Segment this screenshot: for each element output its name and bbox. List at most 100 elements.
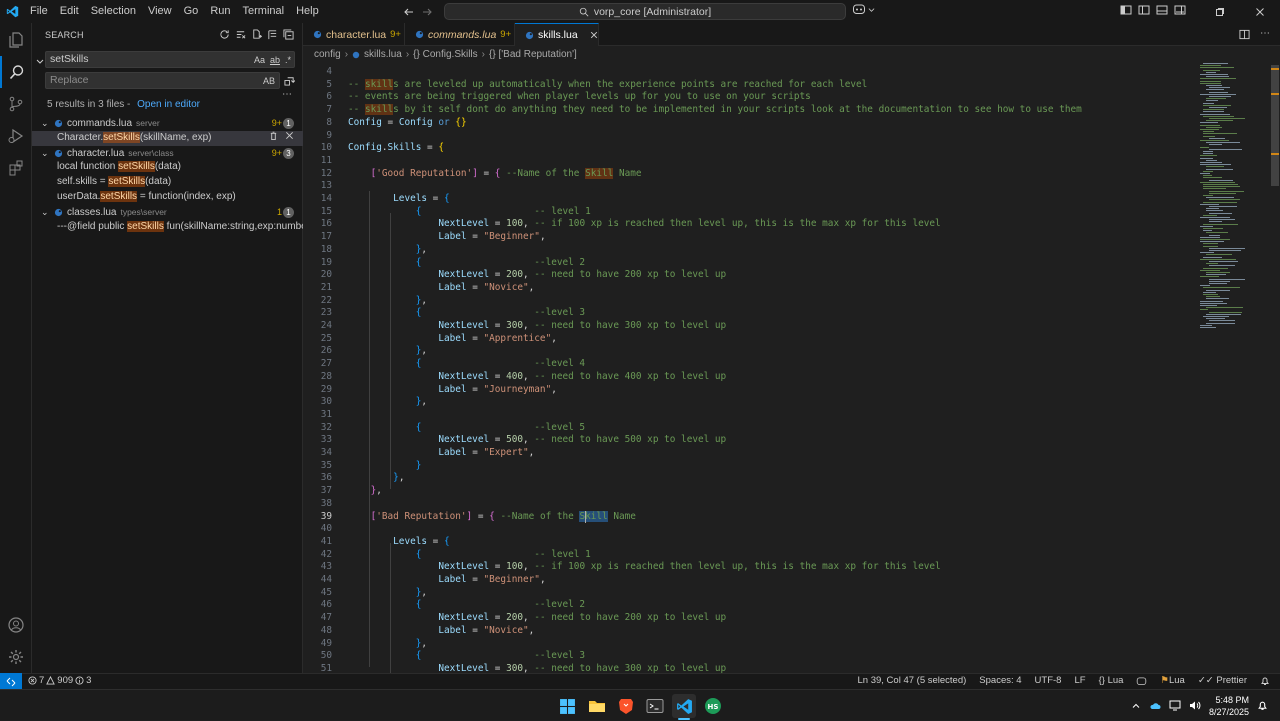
search-view-icon[interactable] [0, 56, 32, 88]
code-line[interactable]: 22 }, [303, 295, 1203, 308]
code-line[interactable]: 43 NextLevel = 100, -- if 100 xp is reac… [303, 561, 1203, 574]
code-line[interactable]: 35 } [303, 460, 1203, 473]
code-line[interactable]: 17 Label = "Beginner", [303, 231, 1203, 244]
settings-gear-icon[interactable] [0, 641, 32, 673]
copilot-button[interactable] [852, 3, 875, 15]
cloud-tray-icon[interactable] [1149, 701, 1161, 711]
menu-terminal[interactable]: Terminal [237, 0, 291, 23]
menu-selection[interactable]: Selection [85, 0, 142, 23]
code-line[interactable]: 32 { --level 5 [303, 422, 1203, 435]
menu-help[interactable]: Help [290, 0, 325, 23]
remote-indicator-icon[interactable] [0, 673, 22, 690]
indentation[interactable]: Spaces: 4 [979, 675, 1021, 686]
search-input[interactable]: setSkills Aa ab .* [45, 51, 295, 68]
clear-results-icon[interactable] [234, 28, 246, 40]
forward-arrow-icon[interactable] [421, 6, 433, 18]
code-line[interactable]: 49 }, [303, 638, 1203, 651]
windows-start-icon[interactable] [555, 694, 579, 718]
account-icon[interactable] [0, 609, 32, 641]
scrollbar-thumb[interactable] [1271, 65, 1279, 186]
code-line[interactable]: 36 }, [303, 472, 1203, 485]
open-in-editor-link[interactable]: Open in editor [137, 99, 200, 110]
code-line[interactable]: 21 Label = "Novice", [303, 282, 1203, 295]
view-as-tree-icon[interactable] [266, 28, 278, 40]
code-line[interactable]: 18 }, [303, 244, 1203, 257]
code-line[interactable]: 5 -- skills are leveled up automatically … [303, 78, 1203, 92]
extensions-icon[interactable] [0, 152, 32, 184]
tab-skills-lua[interactable]: skills.lua [515, 23, 599, 46]
breadcrumb-folder[interactable]: config [314, 49, 341, 60]
code-line[interactable]: 9 [303, 130, 1203, 143]
preserve-case-option[interactable]: AB [263, 74, 275, 89]
more-actions-icon[interactable]: ⋯ [1260, 29, 1270, 40]
code-line[interactable]: 30 }, [303, 396, 1203, 409]
problems-indicator[interactable]: 7 909 3 [28, 675, 91, 686]
code-line[interactable]: 4 [303, 66, 1203, 79]
code-line[interactable]: 23 { --level 3 [303, 307, 1203, 320]
code-editor[interactable]: 4 5 -- skills are leveled up automatically… [303, 63, 1280, 673]
code-line[interactable]: 41 Levels = { [303, 536, 1203, 549]
match-whole-word-option[interactable]: ab [270, 53, 280, 68]
code-line[interactable]: 29 Label = "Journeyman", [303, 384, 1203, 397]
split-editor-icon[interactable] [1239, 29, 1250, 40]
tab-commands-lua[interactable]: commands.lua 9+ [405, 23, 515, 46]
code-line[interactable]: 51 NextLevel = 300, -- need to have 300 … [303, 663, 1203, 673]
result-match[interactable]: ---@field public setSkills fun(skillName… [32, 220, 313, 235]
code-line[interactable]: 14 Levels = { [303, 193, 1203, 206]
breadcrumb-symbol-current[interactable]: {} ['Bad Reputation'] [489, 49, 577, 60]
notification-center-icon[interactable] [1257, 700, 1268, 711]
code-line[interactable]: 26 }, [303, 345, 1203, 358]
code-line[interactable]: 6 -- events are being triggered when play… [303, 91, 1203, 104]
code-line[interactable]: 20 NextLevel = 200, -- need to have 200 … [303, 269, 1203, 282]
copilot-status-icon[interactable] [1136, 676, 1147, 686]
end-of-line[interactable]: LF [1074, 675, 1085, 686]
lua-status[interactable]: ⚑Lua [1160, 675, 1184, 686]
result-file-character[interactable]: ⌄ character.lua server\class 9+ 3 [32, 146, 303, 161]
close-window-icon[interactable] [1240, 0, 1280, 23]
result-file-commands[interactable]: ⌄ commands.lua server 9+ 1 [32, 116, 303, 131]
code-line[interactable]: 40 [303, 523, 1203, 536]
volume-icon[interactable] [1189, 700, 1201, 711]
terminal-icon[interactable] [643, 694, 667, 718]
code-line[interactable]: 44 Label = "Beginner", [303, 574, 1203, 587]
toggle-primary-sidebar-icon[interactable] [1138, 4, 1150, 16]
code-line[interactable]: 13 [303, 180, 1203, 193]
code-line[interactable]: 15 { -- level 1 [303, 206, 1203, 219]
notifications-bell-icon[interactable] [1260, 676, 1270, 686]
result-match[interactable]: Character.setSkills(skillName, exp) [32, 130, 303, 146]
result-match[interactable]: userData.setSkills = function(index, exp… [32, 190, 303, 205]
code-line[interactable]: 25 Label = "Apprentice", [303, 333, 1203, 346]
code-line[interactable]: 31 [303, 409, 1203, 422]
code-line[interactable]: 8 Config = Config or {} [303, 117, 1203, 130]
system-clock[interactable]: 5:48 PM 8/27/2025 [1209, 694, 1249, 718]
display-tray-icon[interactable] [1169, 700, 1181, 711]
minimize-icon[interactable] [1160, 0, 1200, 23]
code-line[interactable]: 7 -- skills by it self dont do anything t… [303, 104, 1203, 117]
breadcrumb-file[interactable]: skills.lua [364, 49, 402, 60]
code-line[interactable]: 24 NextLevel = 300, -- need to have 300 … [303, 320, 1203, 333]
breadcrumb-symbol[interactable]: {} Config.Skills [413, 49, 477, 60]
code-line[interactable]: 45 }, [303, 587, 1203, 600]
vscode-taskbar-icon[interactable] [672, 694, 696, 718]
prettier-status[interactable]: ✓✓ Prettier [1198, 675, 1247, 686]
vertical-scrollbar[interactable] [1270, 63, 1280, 673]
minimap[interactable] [1197, 63, 1271, 673]
code-line[interactable]: 28 NextLevel = 400, -- need to have 400 … [303, 371, 1203, 384]
collapse-all-icon[interactable] [282, 28, 294, 40]
language-mode[interactable]: {} Lua [1099, 675, 1124, 686]
code-line[interactable]: 42 { -- level 1 [303, 549, 1203, 562]
code-line[interactable]: 11 [303, 155, 1203, 168]
refresh-icon[interactable] [218, 28, 230, 40]
code-line[interactable]: 33 NextLevel = 500, -- need to have 500 … [303, 434, 1203, 447]
code-line[interactable]: 50 { --level 3 [303, 650, 1203, 663]
replace-icon[interactable] [269, 131, 278, 141]
brave-browser-icon[interactable] [614, 694, 638, 718]
menu-view[interactable]: View [142, 0, 178, 23]
code-line[interactable]: 19 { --level 2 [303, 257, 1203, 270]
explorer-icon[interactable] [0, 24, 32, 56]
code-line[interactable]: 27 { --level 4 [303, 358, 1203, 371]
restore-icon[interactable] [1200, 0, 1240, 23]
code-line[interactable]: 10 Config.Skills = { [303, 142, 1203, 155]
code-line[interactable]: 39 ['Bad Reputation'] = { --Name of the … [303, 510, 1203, 524]
code-line[interactable]: 12 ['Good Reputation'] = { --Name of the… [303, 167, 1203, 181]
